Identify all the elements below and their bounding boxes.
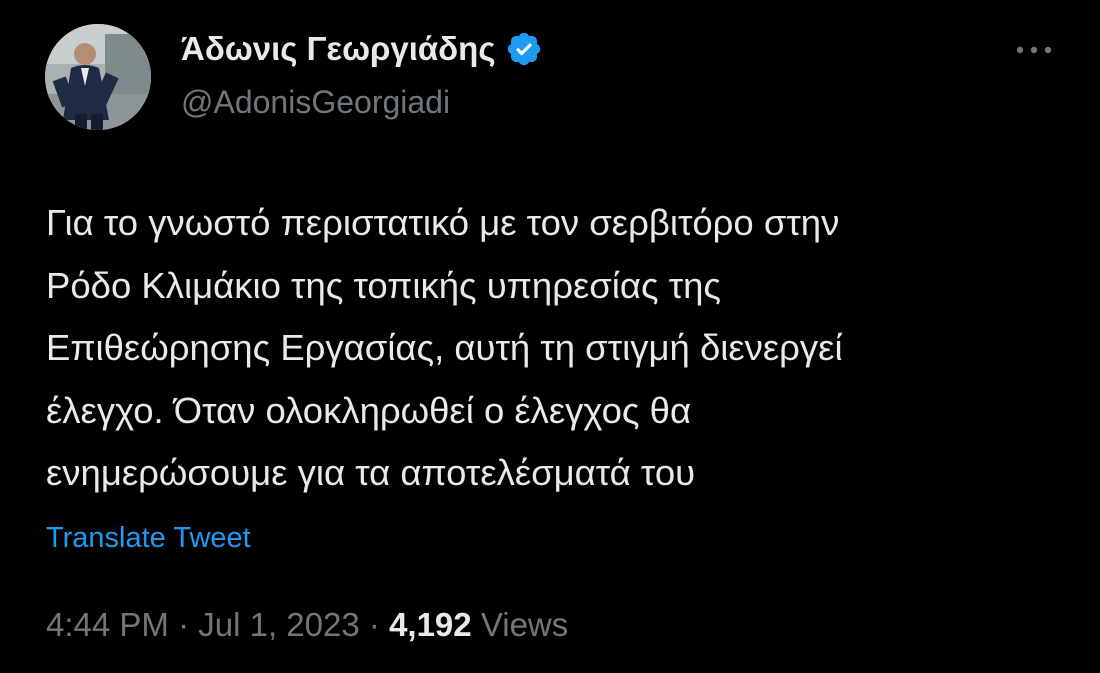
- meta-separator: ·: [178, 606, 190, 643]
- meta-separator: ·: [368, 606, 380, 643]
- author-handle[interactable]: @AdonisGeorgiadi: [181, 84, 450, 121]
- tweet-date[interactable]: Jul 1, 2023: [198, 606, 359, 643]
- more-options-icon[interactable]: [1012, 40, 1056, 60]
- profile-photo: [45, 24, 151, 130]
- avatar[interactable]: [45, 24, 151, 130]
- author-name-row[interactable]: Άδωνις Γεωργιάδης: [181, 30, 543, 68]
- views-count[interactable]: 4,192: [389, 606, 472, 643]
- tweet-text: Για το γνωστό περιστατικό με τον σερβιτό…: [46, 202, 843, 493]
- tweet-card: Άδωνις Γεωργιάδης @AdonisGeorgiadi Για τ…: [0, 0, 1100, 673]
- author-display-name[interactable]: Άδωνις Γεωργιάδης: [181, 30, 496, 68]
- translate-tweet-link[interactable]: Translate Tweet: [46, 522, 251, 555]
- tweet-time[interactable]: 4:44 PM: [46, 606, 169, 643]
- verified-badge-icon: [505, 30, 543, 68]
- tweet-meta: 4:44 PM · Jul 1, 2023 · 4,192 Views: [46, 606, 568, 644]
- views-label[interactable]: Views: [481, 606, 568, 643]
